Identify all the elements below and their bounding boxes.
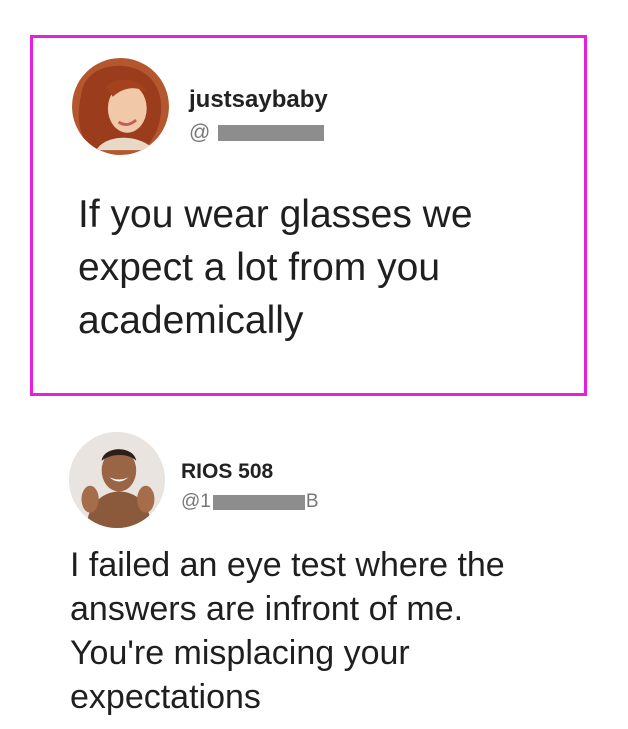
- tweet-text-line: expectations: [70, 678, 261, 716]
- username[interactable]: justsaybaby: [189, 86, 328, 114]
- handle[interactable]: @: [189, 120, 325, 146]
- tweet-text-line: academically: [78, 299, 304, 342]
- handle-suffix: B: [305, 491, 319, 512]
- tweet-text: If you wear glasses we expect a lot from…: [78, 188, 578, 347]
- tweet-text-line: answers are infront of me.: [70, 590, 464, 628]
- tweet-card[interactable]: RIOS 508 @1 B I failed an eye test where…: [30, 420, 587, 729]
- username[interactable]: RIOS 508: [181, 460, 273, 484]
- redaction-bar: [218, 125, 325, 141]
- tweet-text-line: expect a lot from you: [78, 246, 441, 289]
- redaction-bar: [212, 494, 305, 510]
- avatar[interactable]: [69, 432, 165, 528]
- profile-photo-man-icon: [69, 432, 165, 528]
- tweet-text-line: You're misplacing your: [70, 634, 410, 672]
- handle-prefix: @1: [181, 491, 211, 512]
- tweet-text-line: If you wear glasses we: [78, 193, 473, 236]
- tweet-text: I failed an eye test where the answers a…: [70, 543, 580, 719]
- handle-prefix: @: [189, 121, 211, 144]
- tweet-text-line: I failed an eye test where the: [70, 546, 505, 584]
- handle[interactable]: @1 B: [181, 490, 319, 514]
- tweet-card-highlighted[interactable]: justsaybaby @ If you wear glasses we exp…: [30, 35, 587, 396]
- avatar[interactable]: [72, 58, 169, 155]
- profile-photo-woman-icon: [72, 58, 169, 155]
